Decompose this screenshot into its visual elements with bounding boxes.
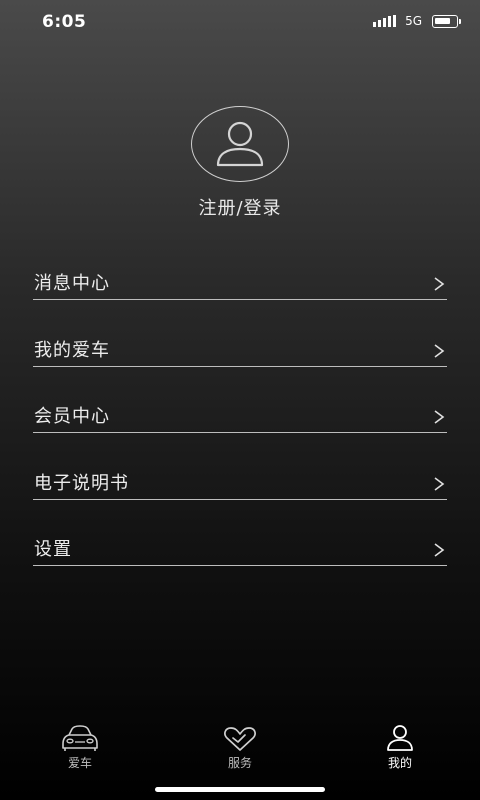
chevron-right-icon [434, 410, 445, 424]
tab-label: 我的 [387, 756, 412, 770]
tab-label: 爱车 [67, 756, 92, 770]
menu-item-label: 我的爱车 [34, 339, 110, 361]
status-indicators: 5G [373, 14, 461, 28]
menu-item-label: 电子说明书 [34, 472, 129, 494]
battery-icon [432, 14, 461, 28]
chevron-right-icon [434, 277, 445, 291]
chevron-right-icon [434, 476, 445, 491]
menu-item-my-car[interactable]: 我的爱车 [33, 300, 447, 367]
heart-icon [224, 727, 256, 751]
tab-service[interactable]: 服务 [160, 722, 320, 778]
menu-item-label: 会员中心 [34, 406, 110, 427]
menu-item-label: 消息中心 [34, 273, 110, 294]
home-indicator [155, 787, 325, 792]
tab-label: 服务 [227, 756, 252, 770]
menu-item-membership[interactable]: 会员中心 [33, 367, 447, 433]
status-bar: 6:05 5G [0, 0, 480, 44]
user-icon [216, 121, 264, 167]
chevron-right-icon [434, 543, 445, 557]
status-time: 6:05 [42, 12, 87, 32]
menu-item-manual[interactable]: 电子说明书 [33, 433, 447, 500]
bottom-tab-bar: 爱车 服务 我的 [0, 722, 480, 778]
chevron-right-icon [434, 343, 445, 358]
signal-icon [373, 15, 397, 27]
login-register-link[interactable]: 注册/登录 [0, 194, 480, 220]
menu-item-label: 设置 [34, 539, 72, 560]
car-icon [62, 725, 98, 751]
menu-item-settings[interactable]: 设置 [33, 500, 447, 566]
battery-level [435, 17, 450, 24]
avatar[interactable] [191, 106, 289, 182]
network-label: 5G [405, 14, 422, 28]
menu-item-messages[interactable]: 消息中心 [33, 262, 447, 300]
user-icon [387, 725, 413, 751]
tab-me[interactable]: 我的 [320, 722, 480, 778]
tab-my-car[interactable]: 爱车 [0, 722, 160, 778]
menu-list: 消息中心 我的爱车 会员中心 电子说明书 设置 [33, 262, 447, 566]
